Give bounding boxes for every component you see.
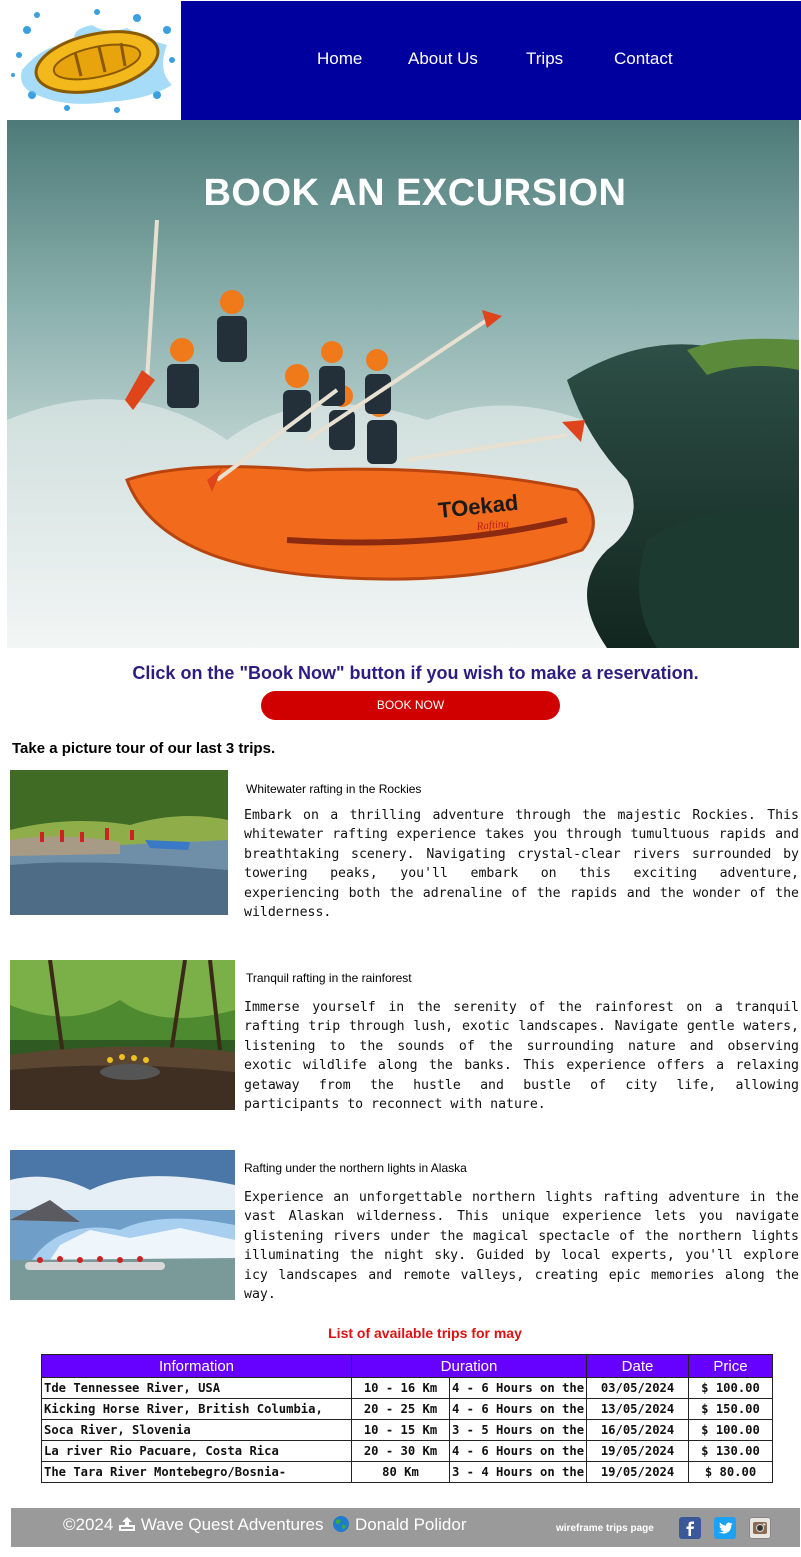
page-title: BOOK AN EXCURSION [203,172,627,214]
table-row: The Tara River Montebegro/Bosnia- 80 Km … [41,1461,774,1483]
trip-distance: 80 Km [351,1461,450,1483]
facebook-icon[interactable] [679,1517,701,1539]
trip-info: Kicking Horse River, British Columbia, [41,1398,352,1420]
trip-info: Soca River, Slovenia [41,1419,352,1441]
available-trips-table: Information Duration Date Price Tde Tenn… [41,1354,774,1483]
trip-title-rainforest: Tranquil rafting in the rainforest [246,971,412,985]
trip-distance: 10 - 16 Km [351,1377,450,1399]
nav-contact[interactable]: Contact [614,49,673,69]
trip-title-rockies: Whitewater rafting in the Rockies [246,782,422,796]
trip-price: $ 150.00 [688,1398,774,1420]
page-label: wireframe trips page [556,1523,654,1534]
trip-info: Tde Tennessee River, USA [41,1377,352,1399]
nav-about-us[interactable]: About Us [408,49,478,69]
tour-heading: Take a picture tour of our last 3 trips. [12,740,276,757]
company-name: Wave Quest Adventures [140,1515,324,1534]
trip-description-rainforest: Immerse yourself in the serenity of the … [244,1000,799,1113]
column-header-date: Date [586,1354,690,1378]
table-row: Soca River, Slovenia 10 - 15 Km 3 - 5 Ho… [41,1419,774,1441]
trip-description-rockies: Embark on a thrilling adventure through … [244,808,799,921]
rockies-trip-image [10,770,228,915]
trip-distance: 10 - 15 Km [351,1419,450,1441]
site-footer: ©2024 Wave Quest Adventures Donald Polid… [11,1508,800,1547]
trip-date: 19/05/2024 [586,1461,690,1483]
trip-hours: 4 - 6 Hours on the [448,1440,588,1462]
trip-hours: 3 - 5 Hours on the [448,1419,588,1441]
trip-price: $ 130.00 [688,1440,774,1462]
trip-date: 19/05/2024 [586,1440,690,1462]
trip-hours: 3 - 4 Hours on the [448,1461,588,1483]
available-trips-title: List of available trips for may [328,1325,522,1341]
column-header-duration: Duration [350,1354,588,1378]
footer-credits: ©2024 Wave Quest Adventures Donald Polid… [63,1515,467,1535]
book-now-button[interactable]: BOOK NOW [261,691,560,720]
trip-date: 03/05/2024 [586,1377,690,1399]
hero-banner: TOekad Rafting BOOK AN EXCURSION [7,120,799,648]
trip-price: $ 100.00 [688,1377,774,1399]
upload-icon [118,1516,136,1532]
table-row: Tde Tennessee River, USA 10 - 16 Km 4 - … [41,1377,774,1399]
table-header-row: Information Duration Date Price [41,1354,774,1378]
globe-icon [332,1515,350,1533]
trip-date: 13/05/2024 [586,1398,690,1420]
trip-description-alaska: Experience an unforgettable northern lig… [244,1190,799,1303]
trip-distance: 20 - 25 Km [351,1398,450,1420]
trip-distance: 20 - 30 Km [351,1440,450,1462]
reservation-prompt: Click on the "Book Now" button if you wi… [132,663,699,683]
rainforest-trip-image [10,960,235,1110]
author-name: Donald Polidor [354,1515,467,1534]
copyright-text: ©2024 [63,1515,114,1534]
instagram-icon[interactable] [749,1517,771,1539]
table-row: Kicking Horse River, British Columbia, 2… [41,1398,774,1420]
trip-title-alaska: Rafting under the northern lights in Ala… [244,1161,467,1175]
trip-price: $ 100.00 [688,1419,774,1441]
nav-bar: Home About Us Trips Contact [181,1,801,120]
nav-trips[interactable]: Trips [526,49,563,69]
alaska-trip-image [10,1150,235,1300]
trip-date: 16/05/2024 [586,1419,690,1441]
trip-price: $ 80.00 [688,1461,774,1483]
nav-home[interactable]: Home [317,49,362,69]
twitter-icon[interactable] [714,1517,736,1539]
trip-info: La river Rio Pacuare, Costa Rica [41,1440,352,1462]
raft-logo[interactable] [7,0,181,120]
trip-hours: 4 - 6 Hours on the [448,1398,588,1420]
column-header-information: Information [41,1354,352,1378]
site-header: Home About Us Trips Contact [7,0,801,120]
column-header-price: Price [688,1354,774,1378]
table-row: La river Rio Pacuare, Costa Rica 20 - 30… [41,1440,774,1462]
trip-hours: 4 - 6 Hours on the [448,1377,588,1399]
trip-info: The Tara River Montebegro/Bosnia- [41,1461,352,1483]
